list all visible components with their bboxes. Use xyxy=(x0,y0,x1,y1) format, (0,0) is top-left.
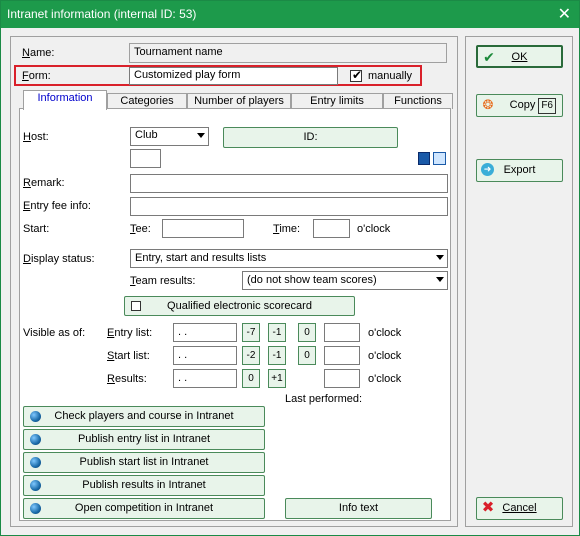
cancel-x-icon: ✖ xyxy=(481,499,495,516)
results-plus1-button[interactable]: +1 xyxy=(268,369,286,388)
form-field[interactable]: Customized play form xyxy=(129,67,338,85)
results-zero-button[interactable]: 0 xyxy=(242,369,260,388)
publish-start-list-label: Publish start list in Intranet xyxy=(79,456,209,468)
start-list-minus1-button[interactable]: -1 xyxy=(268,346,286,365)
display-status-value: Entry, start and results lists xyxy=(135,252,267,264)
tee-label: Tee: xyxy=(130,223,151,235)
remark-field[interactable] xyxy=(130,174,448,193)
tee-field[interactable] xyxy=(162,219,244,238)
entry-list-date[interactable]: . . xyxy=(173,323,237,342)
copy-label: Copy xyxy=(509,99,536,111)
tab-entry-limits[interactable]: Entry limits xyxy=(291,93,383,109)
start-list-label: Start list: xyxy=(107,350,150,362)
manually-label: manually xyxy=(368,70,413,82)
host-label: Host: xyxy=(23,131,49,143)
display-status-select[interactable]: Entry, start and results lists xyxy=(130,249,448,268)
publish-results-button[interactable]: Publish results in Intranet xyxy=(23,475,265,496)
host-value: Club xyxy=(135,129,158,141)
entry-list-time[interactable] xyxy=(324,323,360,342)
entry-list-label: Entry list: xyxy=(107,327,153,339)
ok-button[interactable]: ✔ OK xyxy=(476,45,563,68)
start-oclock-label: o'clock xyxy=(357,223,391,235)
last-performed-label: Last performed: xyxy=(285,393,363,405)
time-field[interactable] xyxy=(313,219,350,238)
publish-start-list-button[interactable]: Publish start list in Intranet xyxy=(23,452,265,473)
export-label: Export xyxy=(503,164,536,176)
team-results-label: Team results: xyxy=(130,275,196,287)
globe-icon xyxy=(30,457,41,468)
entry-fee-field[interactable] xyxy=(130,197,448,216)
results-oclock: o'clock xyxy=(368,373,402,385)
title-bar: Intranet information (internal ID: 53) ✕ xyxy=(1,1,579,28)
results-date[interactable]: . . xyxy=(173,369,237,388)
entry-list-oclock: o'clock xyxy=(368,327,402,339)
export-icon: ➜ xyxy=(481,163,494,176)
tab-functions[interactable]: Functions xyxy=(383,93,453,109)
name-label: Name: xyxy=(22,47,55,59)
check-players-button[interactable]: Check players and course in Intranet xyxy=(23,406,265,427)
cancel-button[interactable]: ✖ Cancel xyxy=(476,497,563,520)
search-icon[interactable] xyxy=(433,152,446,165)
checkmark-icon: ✔ xyxy=(483,49,495,65)
form-label: Form: xyxy=(22,70,51,82)
id-button[interactable]: ID: xyxy=(223,127,398,148)
check-icon: ✔ xyxy=(352,68,363,82)
tab-information[interactable]: Information xyxy=(23,90,107,110)
ok-label: OK xyxy=(511,51,528,63)
qualified-scorecard-checkbox[interactable] xyxy=(131,301,141,311)
visible-as-of-label: Visible as of: xyxy=(23,327,86,339)
globe-icon xyxy=(30,411,41,422)
chevron-down-icon xyxy=(436,255,444,260)
start-list-date[interactable]: . . xyxy=(173,346,237,365)
tab-number-of-players[interactable]: Number of players xyxy=(187,93,291,109)
copy-icon: ❂ xyxy=(482,97,494,112)
dialog-window: Intranet information (internal ID: 53) ✕… xyxy=(0,0,580,536)
close-icon[interactable]: ✕ xyxy=(558,4,571,24)
globe-icon xyxy=(30,503,41,514)
remark-label: Remark: xyxy=(23,177,65,189)
publish-entry-list-label: Publish entry list in Intranet xyxy=(77,433,211,445)
chevron-down-icon xyxy=(436,277,444,282)
copy-shortcut: F6 xyxy=(538,98,556,114)
results-time[interactable] xyxy=(324,369,360,388)
action-panel: ✔ OK ❂ Copy F6 ➜ Export ✖ Cancel xyxy=(465,36,573,527)
time-label: Time: xyxy=(273,223,301,235)
name-field[interactable]: Tournament name xyxy=(129,43,447,63)
manually-checkbox[interactable]: ✔ xyxy=(350,68,363,82)
start-label: Start: xyxy=(23,223,50,235)
start-list-time[interactable] xyxy=(324,346,360,365)
open-competition-button[interactable]: Open competition in Intranet xyxy=(23,498,265,519)
cancel-label: Cancel xyxy=(502,502,537,514)
qualified-scorecard-toggle[interactable]: Qualified electronic scorecard xyxy=(124,296,355,316)
copy-button[interactable]: ❂ Copy F6 xyxy=(476,94,563,117)
publish-results-label: Publish results in Intranet xyxy=(82,479,206,491)
chevron-down-icon xyxy=(197,133,205,138)
entry-list-minus7-button[interactable]: -7 xyxy=(242,323,260,342)
globe-icon xyxy=(30,480,41,491)
list-icon[interactable] xyxy=(418,152,430,165)
export-button[interactable]: ➜ Export xyxy=(476,159,563,182)
host-select[interactable]: Club xyxy=(130,127,209,146)
start-list-oclock: o'clock xyxy=(368,350,402,362)
main-panel: Name: Tournament name Form: Customized p… xyxy=(10,36,458,527)
entry-list-minus1-button[interactable]: -1 xyxy=(268,323,286,342)
entry-list-zero-button[interactable]: 0 xyxy=(298,323,316,342)
check-players-label: Check players and course in Intranet xyxy=(54,410,234,422)
information-tab-panel: Host: Club ID: Remark: Entry fee info: S… xyxy=(19,108,451,521)
team-results-value: (do not show team scores) xyxy=(247,274,377,286)
results-label: Results: xyxy=(107,373,147,385)
team-results-select[interactable]: (do not show team scores) xyxy=(242,271,448,290)
entry-fee-label: Entry fee info: xyxy=(23,200,91,212)
globe-icon xyxy=(30,434,41,445)
display-status-label: Display status: xyxy=(23,253,95,265)
open-competition-label: Open competition in Intranet xyxy=(74,502,214,514)
qualified-scorecard-label: Qualified electronic scorecard xyxy=(167,300,312,312)
window-title: Intranet information (internal ID: 53) xyxy=(7,7,197,21)
host-extra-field[interactable] xyxy=(130,149,161,168)
start-list-minus2-button[interactable]: -2 xyxy=(242,346,260,365)
tab-categories[interactable]: Categories xyxy=(107,93,187,109)
info-text-button[interactable]: Info text xyxy=(285,498,432,519)
start-list-zero-button[interactable]: 0 xyxy=(298,346,316,365)
publish-entry-list-button[interactable]: Publish entry list in Intranet xyxy=(23,429,265,450)
